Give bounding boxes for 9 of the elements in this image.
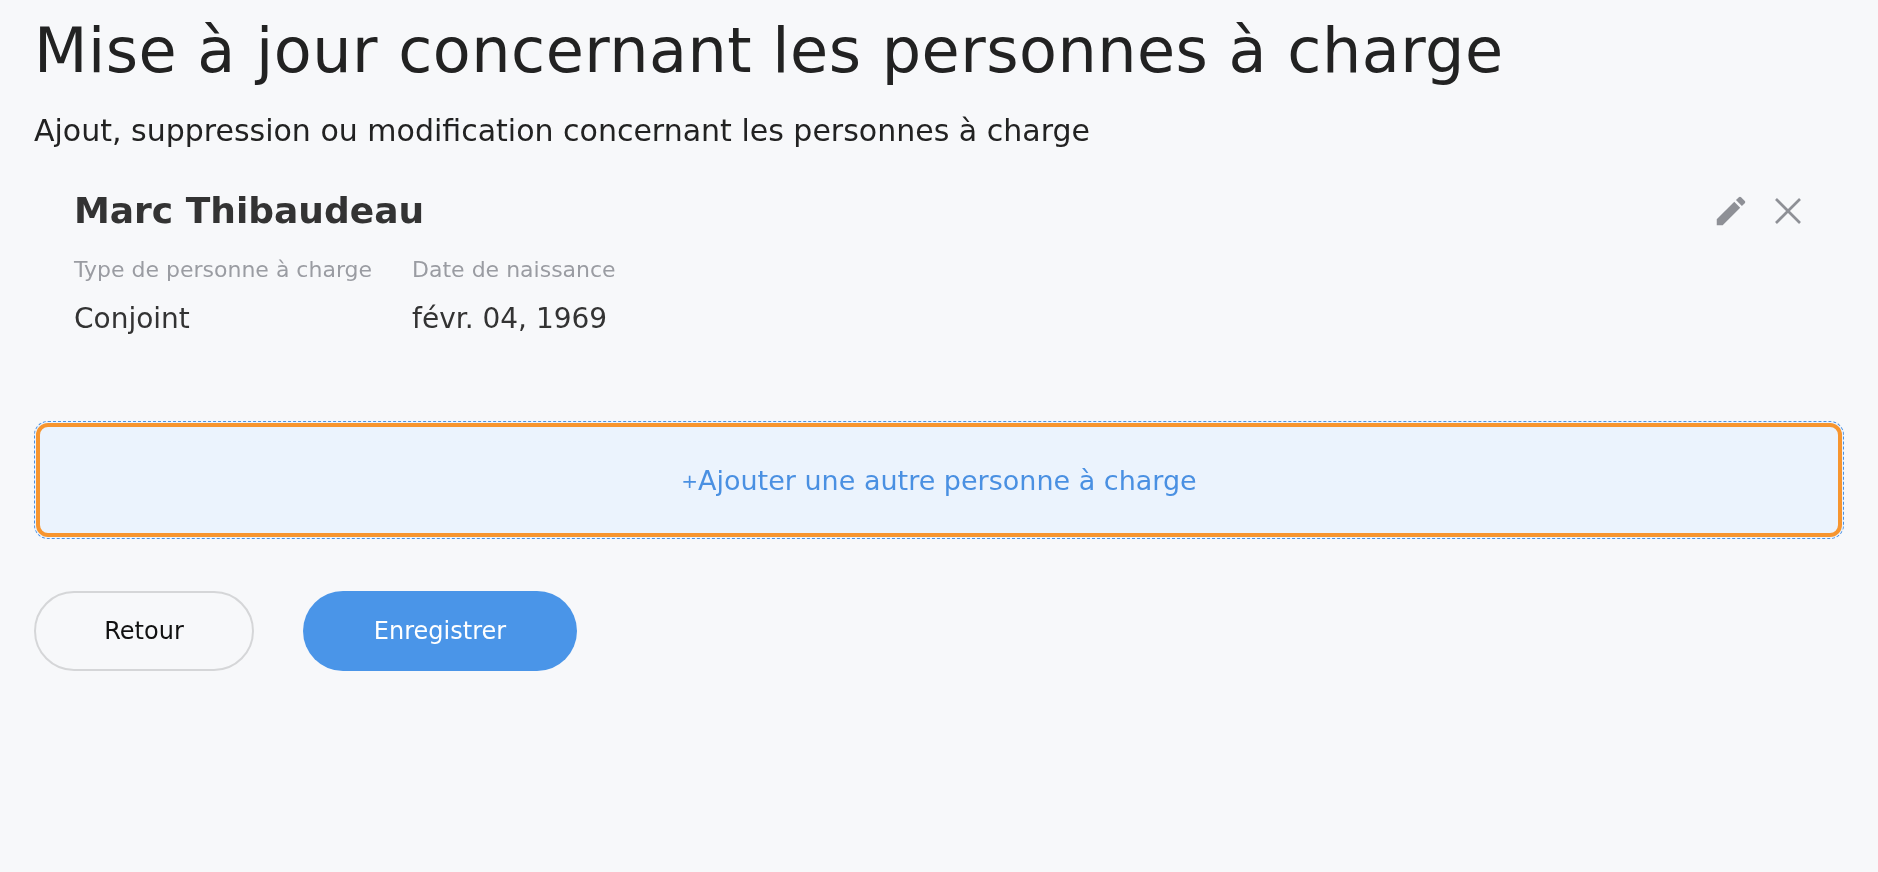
field-label: Type de personne à charge <box>74 257 373 282</box>
page-subtitle: Ajout, suppression ou modification concernant les personnes à charge <box>34 113 1091 148</box>
back-button[interactable]: Retour <box>34 591 254 671</box>
field-value: févr. 04, 1969 <box>412 302 609 335</box>
page-title: Mise à jour concernant les personnes à charge <box>34 14 1505 87</box>
field-value: Conjoint <box>74 302 191 335</box>
dependent-name: Marc Thibaudeau <box>74 190 425 231</box>
save-button[interactable]: Enregistrer <box>303 591 577 671</box>
field-label: Date de naissance <box>412 257 616 282</box>
